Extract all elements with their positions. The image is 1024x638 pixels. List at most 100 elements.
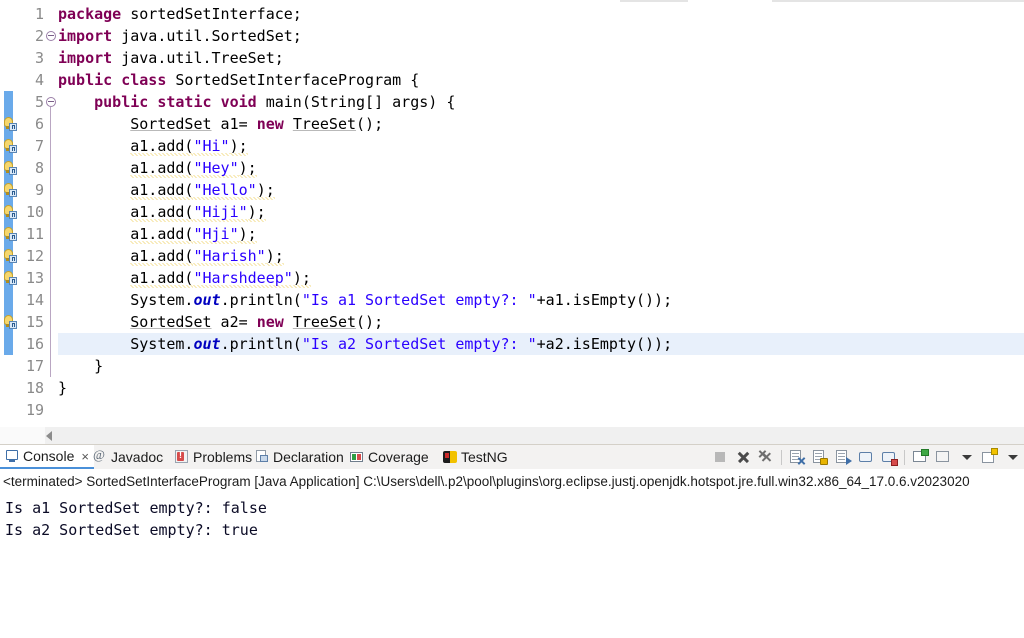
tab-label: Javadoc — [111, 449, 164, 465]
console-output-area[interactable]: Is a1 SortedSet empty?: false Is a2 Sorte… — [0, 493, 1024, 638]
java-source-editor[interactable]: 1 2 3 4 5 6 7 8 9 10 11 12 13 14 15 16 17 18 19 package so… — [0, 2, 1024, 426]
display-selected-console-dropdown[interactable] — [956, 447, 976, 467]
code-line[interactable]: a1.add("Hi"); — [58, 135, 248, 157]
line-number: 8 — [34, 159, 44, 177]
line-number: 15 — [25, 313, 44, 331]
eclipse-ide-window: 1 2 3 4 5 6 7 8 9 10 11 12 13 14 15 16 17 18 19 package so… — [0, 0, 1024, 638]
warning-marker-icon[interactable] — [2, 314, 18, 330]
problems-icon — [175, 450, 189, 464]
code-token: +a1.isEmpty()); — [536, 291, 673, 309]
warning-marker-icon[interactable] — [2, 116, 18, 132]
code-line[interactable]: import java.util.SortedSet; — [58, 25, 302, 47]
tab-declaration[interactable]: Declaration — [250, 445, 349, 469]
code-token: TreeSet — [292, 313, 357, 331]
line-number: 2 — [34, 27, 44, 45]
code-token: package — [58, 5, 122, 23]
warning-marker-icon[interactable] — [2, 204, 18, 220]
show-console-on-output-button[interactable] — [856, 447, 876, 467]
warning-marker-icon[interactable] — [2, 226, 18, 242]
folding-ruler[interactable] — [45, 2, 58, 426]
fold-collapse-icon[interactable] — [46, 97, 56, 107]
code-line[interactable]: import java.util.TreeSet; — [58, 47, 284, 69]
code-token: class — [121, 71, 167, 89]
code-token: "Hey" — [193, 159, 239, 178]
code-token: import — [58, 27, 113, 45]
line-number: 1 — [34, 5, 44, 23]
fold-collapse-icon[interactable] — [46, 31, 56, 41]
warning-marker-icon[interactable] — [2, 160, 18, 176]
line-number: 5 — [34, 93, 44, 111]
word-wrap-button[interactable] — [833, 447, 853, 467]
code-text-area[interactable]: package sortedSetInterface; import java.u… — [58, 2, 1024, 426]
javadoc-icon — [93, 447, 107, 464]
code-line[interactable]: System.out.println("Is a2 SortedSet empt… — [58, 333, 672, 355]
code-line[interactable]: SortedSet a1= new TreeSet(); — [58, 113, 383, 135]
code-token: "Is a2 SortedSet empty?: " — [301, 335, 537, 353]
code-token: .println( — [220, 291, 302, 309]
code-token: SortedSetInterfaceProgram { — [166, 71, 420, 89]
open-console-button[interactable] — [979, 447, 999, 467]
console-output-line: Is a1 SortedSet empty?: false — [5, 499, 267, 517]
terminate-button[interactable] — [710, 447, 730, 467]
code-line[interactable]: } — [58, 355, 103, 377]
remove-launch-button[interactable] — [733, 447, 753, 467]
tab-problems[interactable]: Problems — [170, 445, 257, 469]
code-token: a1.add( — [130, 137, 194, 156]
code-line[interactable]: SortedSet a2= new TreeSet(); — [58, 311, 383, 333]
code-token: (); — [356, 115, 384, 133]
tab-javadoc[interactable]: Javadoc — [88, 445, 168, 469]
display-selected-console-button[interactable] — [933, 447, 953, 467]
line-number: 18 — [25, 379, 44, 397]
code-line[interactable]: public static void main(String[] args) { — [58, 91, 455, 113]
code-line[interactable]: a1.add("Hiji"); — [58, 201, 266, 223]
tab-coverage[interactable]: Coverage — [345, 445, 434, 469]
annotation-ruler[interactable] — [0, 2, 19, 426]
code-token: TreeSet — [292, 115, 357, 133]
line-number: 7 — [34, 137, 44, 155]
code-token: a1.add( — [130, 181, 194, 200]
scroll-lock-button[interactable] — [810, 447, 830, 467]
line-number: 16 — [25, 335, 44, 353]
coverage-icon — [350, 450, 364, 464]
code-token: "Hello" — [193, 181, 257, 200]
scroll-left-arrow-icon[interactable] — [46, 431, 52, 441]
code-token: public — [94, 93, 149, 111]
tab-console[interactable]: Console × — [0, 445, 94, 469]
remove-all-terminated-button[interactable] — [756, 447, 776, 467]
warning-marker-icon[interactable] — [2, 270, 18, 286]
warning-marker-icon[interactable] — [2, 182, 18, 198]
code-line[interactable]: System.out.println("Is a1 SortedSet empt… — [58, 289, 672, 311]
pin-console-button[interactable] — [910, 447, 930, 467]
code-line[interactable]: a1.add("Hji"); — [58, 223, 257, 245]
code-line[interactable]: package sortedSetInterface; — [58, 3, 302, 25]
line-number: 13 — [25, 269, 44, 287]
code-line[interactable]: a1.add("Harshdeep"); — [58, 267, 311, 289]
warning-marker-icon[interactable] — [2, 248, 18, 264]
code-line[interactable]: a1.add("Hello"); — [58, 179, 275, 201]
tab-label: Problems — [193, 449, 253, 465]
editor-horizontal-scrollbar[interactable] — [0, 426, 1024, 444]
warning-marker-icon[interactable] — [2, 138, 18, 154]
tab-testng[interactable]: TestNG — [438, 445, 513, 469]
line-number: 11 — [25, 225, 44, 243]
code-token: sortedSetInterface; — [121, 5, 302, 23]
code-token: +a2.isEmpty()); — [536, 335, 673, 353]
console-output-line: Is a2 SortedSet empty?: true — [5, 521, 258, 539]
console-toolbar — [710, 446, 1022, 468]
code-token: import — [58, 49, 113, 67]
show-console-on-error-button[interactable] — [879, 447, 899, 467]
tab-label: Declaration — [273, 449, 344, 465]
code-line[interactable]: a1.add("Harish"); — [58, 245, 284, 267]
open-console-dropdown[interactable] — [1002, 447, 1022, 467]
code-line[interactable]: } — [58, 377, 67, 399]
code-token: public — [58, 71, 113, 89]
code-line[interactable]: public class SortedSetInterfaceProgram { — [58, 69, 419, 91]
clear-console-button[interactable] — [787, 447, 807, 467]
code-line[interactable]: a1.add("Hey"); — [58, 157, 257, 179]
code-token: "Harish" — [193, 247, 266, 266]
